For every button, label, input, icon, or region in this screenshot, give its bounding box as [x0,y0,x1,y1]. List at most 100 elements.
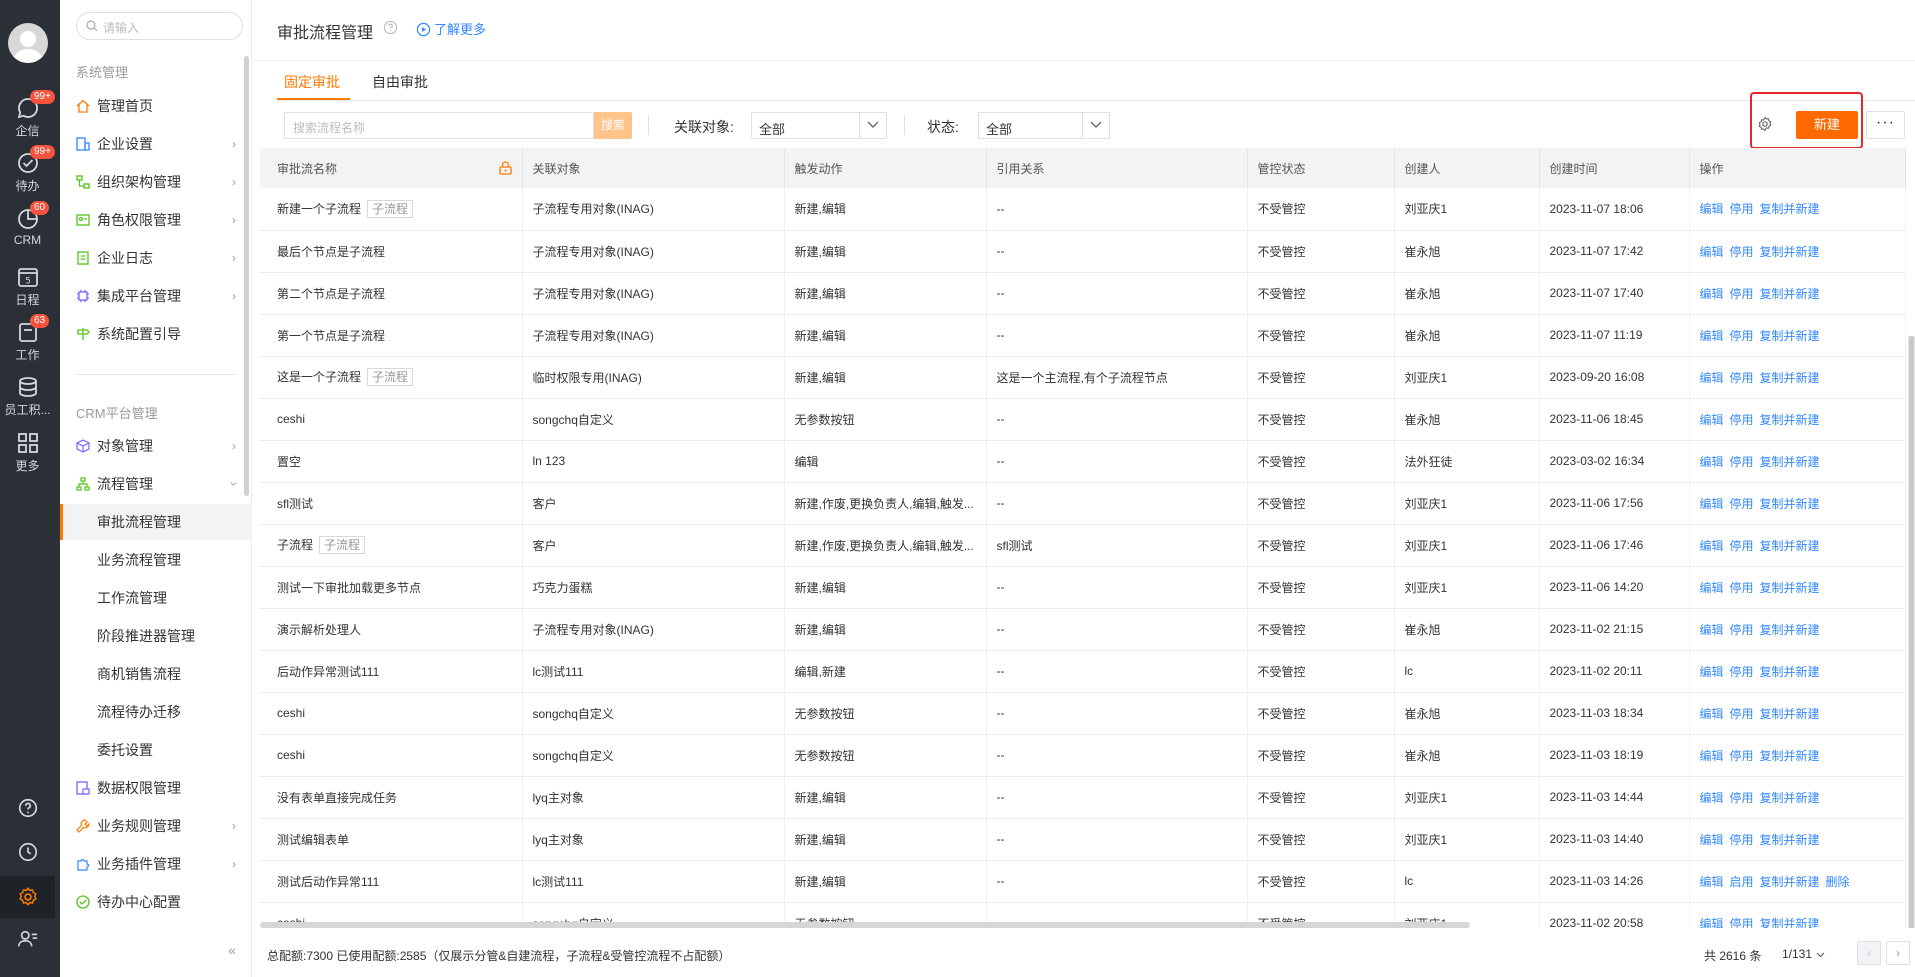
sidebar-item-opportunity-sales[interactable]: 商机销售流程 [60,656,252,692]
column-header-control[interactable]: 管控状态 [1247,148,1395,188]
user-settings-button[interactable] [0,928,55,952]
settings-button[interactable] [0,876,55,918]
op-link[interactable]: 复制并新建 [1760,791,1820,805]
sidebar-item-admin-home[interactable]: 管理首页 [60,88,252,124]
sidebar-item-business-plugins[interactable]: 业务插件管理 › [60,846,252,882]
rail-item-calendar[interactable]: 5 日程 [0,265,55,308]
sidebar-item-todo-migration[interactable]: 流程待办迁移 [60,694,252,730]
table-row[interactable]: 测试后动作异常111 lc测试111 新建,编辑 -- 不受管控 lc 2023-11-03… [260,860,1906,903]
op-link[interactable]: 复制并新建 [1760,623,1820,637]
sidebar-item-company-log[interactable]: 企业日志 › [60,240,252,276]
op-link[interactable]: 复制并新建 [1760,202,1820,216]
table-row[interactable]: ceshi songchq自定义 无参数按钮 -- 不受管控 崔永旭 2023-11-06 … [260,398,1906,441]
op-link[interactable]: 复制并新建 [1760,413,1820,427]
sidebar-item-company-settings[interactable]: 企业设置 › [60,126,252,162]
op-link[interactable]: 编辑 [1700,202,1724,216]
tab-free-approval[interactable]: 自由审批 [372,72,428,92]
op-link[interactable]: 停用 [1730,791,1754,805]
sidebar-scrollbar[interactable] [244,56,249,496]
op-link[interactable]: 停用 [1730,581,1754,595]
op-link[interactable]: 停用 [1730,497,1754,511]
process-search-input[interactable]: 搜索流程名称 [284,112,594,139]
column-header-created-time[interactable]: 创建时间 [1539,148,1690,188]
op-link[interactable]: 停用 [1730,539,1754,553]
op-link[interactable]: 编辑 [1700,665,1724,679]
rail-item-messages[interactable]: 99+ 企信 [0,90,55,139]
op-link[interactable]: 编辑 [1700,413,1724,427]
table-row[interactable]: 演示解析处理人 子流程专用对象(INAG) 新建,编辑 -- 不受管控 崔永旭 2023-1… [260,608,1906,651]
op-link[interactable]: 删除 [1826,875,1850,889]
op-link[interactable]: 复制并新建 [1760,245,1820,259]
sidebar-item-business-rules[interactable]: 业务规则管理 › [60,808,252,844]
sidebar-item-role-permissions[interactable]: 角色权限管理 › [60,202,252,238]
op-link[interactable]: 编辑 [1700,371,1724,385]
sidebar-item-stage-advancer[interactable]: 阶段推进器管理 [60,618,252,654]
sidebar-item-data-permissions[interactable]: 数据权限管理 [60,770,252,806]
op-link[interactable]: 停用 [1730,749,1754,763]
op-link[interactable]: 停用 [1730,707,1754,721]
op-link[interactable]: 复制并新建 [1760,497,1820,511]
op-link[interactable]: 复制并新建 [1760,371,1820,385]
table-row[interactable]: 第一个节点是子流程 子流程专用对象(INAG) 新建,编辑 -- 不受管控 崔永旭 2023… [260,314,1906,357]
question-icon[interactable] [383,20,398,35]
lock-icon[interactable] [498,161,512,175]
table-row[interactable]: ceshi songchq自定义 无参数按钮 -- 不受管控 崔永旭 2023-11-03 … [260,692,1906,735]
column-header-reference[interactable]: 引用关系 [986,148,1248,188]
sidebar-item-delegation[interactable]: 委托设置 [60,732,252,768]
settings-icon[interactable] [1757,116,1773,132]
op-link[interactable]: 编辑 [1700,245,1724,259]
table-row[interactable]: 没有表单直接完成任务 lyq主对象 新建,编辑 -- 不受管控 刘亚庆1 2023-11-0… [260,776,1906,819]
op-link[interactable]: 编辑 [1700,707,1724,721]
op-link[interactable]: 编辑 [1700,455,1724,469]
sidebar-item-approval-process[interactable]: 审批流程管理 [60,504,252,540]
help-button[interactable] [0,797,55,821]
op-link[interactable]: 停用 [1730,413,1754,427]
op-link[interactable]: 停用 [1730,833,1754,847]
table-row[interactable]: 这是一个子流程 子流程 临时权限专用(INAG) 新建,编辑 这是一个主流程,有个子流程… [260,356,1906,399]
rail-item-work[interactable]: 63 工作 [0,314,55,363]
op-link[interactable]: 复制并新建 [1760,539,1820,553]
sidebar-search-input[interactable]: 请输入 [76,12,243,40]
op-link[interactable]: 编辑 [1700,581,1724,595]
history-button[interactable] [0,841,55,865]
sidebar-item-integration[interactable]: 集成平台管理 › [60,278,252,314]
tab-fixed-approval[interactable]: 固定审批 [284,72,340,92]
op-link[interactable]: 复制并新建 [1760,917,1820,929]
sidebar-item-todo-center[interactable]: 待办中心配置 [60,884,252,920]
sidebar-item-org-structure[interactable]: 组织架构管理 › [60,164,252,200]
op-link[interactable]: 编辑 [1700,287,1724,301]
table-row[interactable]: ceshi songchq自定义 无参数按钮 -- 不受管控 崔永旭 2023-11-03 … [260,734,1906,777]
op-link[interactable]: 编辑 [1700,539,1724,553]
prev-page-button[interactable]: ‹ [1857,941,1881,965]
sidebar-item-process-management[interactable]: 流程管理 › [60,466,252,502]
table-row[interactable]: 子流程 子流程 客户 新建,作废,更换负责人,编辑,触发... sfl测试 不受管控 刘亚庆… [260,524,1906,567]
column-header-creator[interactable]: 创建人 [1394,148,1540,188]
op-link[interactable]: 停用 [1730,623,1754,637]
search-button[interactable]: 搜索 [594,112,632,139]
sidebar-item-workflow[interactable]: 工作流管理 [60,580,252,616]
op-link[interactable]: 复制并新建 [1760,875,1820,889]
object-filter-select[interactable]: 全部 [751,112,887,139]
learn-more-link[interactable]: 了解更多 [416,19,486,38]
op-link[interactable]: 编辑 [1700,791,1724,805]
op-link[interactable]: 编辑 [1700,623,1724,637]
rail-item-todo[interactable]: 99+ 待办 [0,145,55,194]
sidebar-item-business-process[interactable]: 业务流程管理 [60,542,252,578]
op-link[interactable]: 编辑 [1700,833,1724,847]
op-link[interactable]: 停用 [1730,371,1754,385]
op-link[interactable]: 复制并新建 [1760,833,1820,847]
status-filter-select[interactable]: 全部 [978,112,1110,139]
op-link[interactable]: 编辑 [1700,917,1724,929]
op-link[interactable]: 停用 [1730,329,1754,343]
op-link[interactable]: 停用 [1730,455,1754,469]
op-link[interactable]: 停用 [1730,202,1754,216]
table-row[interactable]: 置空 ln 123 编辑 -- 不受管控 法外狂徒 2023-03-02 16:34 编辑 停用… [260,440,1906,483]
table-row[interactable]: 测试编辑表单 lyq主对象 新建,编辑 -- 不受管控 刘亚庆1 2023-11-03 14… [260,818,1906,861]
op-link[interactable]: 启用 [1730,875,1754,889]
table-row[interactable]: 最后个节点是子流程 子流程专用对象(INAG) 新建,编辑 -- 不受管控 崔永旭 2023… [260,230,1906,273]
op-link[interactable]: 复制并新建 [1760,329,1820,343]
op-link[interactable]: 停用 [1730,665,1754,679]
op-link[interactable]: 复制并新建 [1760,455,1820,469]
sidebar-item-config-guide[interactable]: 系统配置引导 [60,316,252,352]
table-row[interactable]: 第二个节点是子流程 子流程专用对象(INAG) 新建,编辑 -- 不受管控 崔永旭 2023… [260,272,1906,315]
